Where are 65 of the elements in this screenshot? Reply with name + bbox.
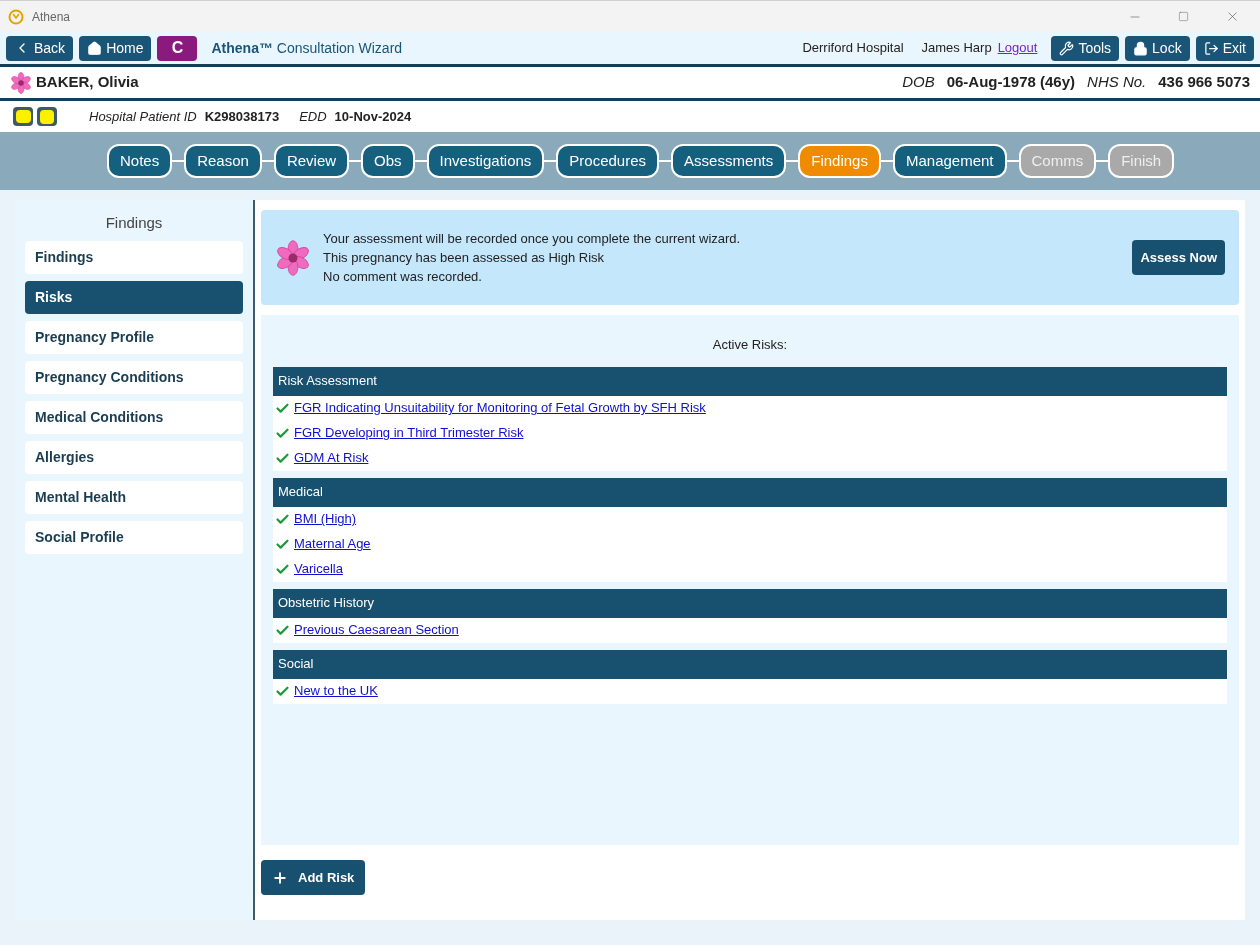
tools-button[interactable]: Tools xyxy=(1051,35,1120,61)
dob-label: DOB xyxy=(902,72,935,93)
sidebar-item[interactable]: Mental Health xyxy=(25,480,243,514)
sidebar-item[interactable]: Pregnancy Profile xyxy=(25,320,243,354)
notice-text: This pregnancy has been assessed as High Risk xyxy=(323,249,606,267)
risk-group-heading: Medical xyxy=(273,477,1227,507)
lock-icon xyxy=(1133,40,1149,56)
home-icon xyxy=(87,40,103,56)
sidebar-item[interactable]: Pregnancy Conditions xyxy=(25,360,243,394)
patient-id-label: Hospital Patient ID xyxy=(89,107,197,126)
notice-text: No comment was recorded. xyxy=(323,268,483,286)
wizard-step-tab[interactable]: Reason xyxy=(184,144,262,178)
maximize-icon[interactable] xyxy=(1178,11,1189,22)
window-title: Athena xyxy=(32,8,71,26)
risk-link[interactable]: BMI (High) xyxy=(294,509,357,529)
patient-id-value: K298038173 xyxy=(204,107,280,126)
risk-link[interactable]: GDM At Risk xyxy=(294,448,369,468)
sidebar-item[interactable]: Risks xyxy=(25,280,243,314)
app-title: Athena™ Consultation Wizard xyxy=(211,38,403,58)
plus-icon xyxy=(272,869,288,886)
risk-link[interactable]: FGR Developing in Third Trimester Risk xyxy=(294,423,524,443)
wizard-step-tab[interactable]: Obs xyxy=(361,144,415,178)
wizard-step-tab[interactable]: Review xyxy=(273,144,350,178)
risk-link[interactable]: Previous Caesarean Section xyxy=(294,620,459,640)
assess-now-button[interactable]: Assess Now xyxy=(1132,240,1225,275)
risk-group-heading: Obstetric History xyxy=(273,588,1227,618)
lock-button[interactable]: Lock xyxy=(1125,35,1190,61)
exit-button[interactable]: Exit xyxy=(1195,35,1254,61)
add-risk-button[interactable]: Add Risk xyxy=(261,860,366,895)
risk-link[interactable]: Varicella xyxy=(294,559,343,579)
wizard-step-tab[interactable]: Procedures xyxy=(556,144,660,178)
active-risks-title: Active Risks: xyxy=(711,336,789,354)
wrench-icon xyxy=(1059,40,1075,56)
exit-icon xyxy=(1203,40,1219,56)
wizard-step-tab[interactable]: Assessments xyxy=(671,144,787,178)
risk-link[interactable]: FGR Indicating Unsuitability for Monitoring of Fetal Growth by SFH Risk xyxy=(294,398,706,418)
hospital-name: Derriford Hospital xyxy=(802,39,904,58)
home-button[interactable]: Home xyxy=(79,35,152,61)
patient-name: BAKER, Olivia xyxy=(36,72,139,93)
logout-link[interactable]: Logout xyxy=(997,38,1038,58)
sidebar-item[interactable]: Findings xyxy=(25,240,243,274)
consultation-badge[interactable]: C xyxy=(157,35,198,61)
flower-icon xyxy=(10,71,32,94)
risk-group-heading: Risk Assessment xyxy=(273,366,1227,396)
user-name: James Harp xyxy=(921,39,992,58)
wizard-step-tab[interactable]: Management xyxy=(892,144,1007,178)
notice-text: Your assessment will be recorded once you complete the current wizard. xyxy=(323,230,741,248)
sidebar-item[interactable]: Allergies xyxy=(25,440,243,474)
nhs-value: 436 966 5073 xyxy=(1158,72,1250,93)
wizard-step-tab[interactable]: Investigations xyxy=(426,144,545,178)
flower-icon xyxy=(275,239,311,276)
risk-link[interactable]: Maternal Age xyxy=(294,534,371,554)
sidebar-item[interactable]: Medical Conditions xyxy=(25,400,243,434)
dob-value: 06-Aug-1978 (46y) xyxy=(946,72,1076,93)
back-button[interactable]: Back xyxy=(6,35,74,61)
nhs-label: NHS No. xyxy=(1087,72,1147,93)
risk-group-heading: Social xyxy=(273,649,1227,679)
edd-value: 10-Nov-2024 xyxy=(334,107,412,126)
edd-label: EDD xyxy=(299,107,327,126)
sidebar-title: Findings xyxy=(104,213,164,233)
close-icon[interactable] xyxy=(1225,9,1240,24)
app-logo-icon xyxy=(8,8,24,25)
sidebar-item[interactable]: Social Profile xyxy=(25,520,243,554)
wizard-step-tab[interactable]: Notes xyxy=(107,144,173,178)
risk-link[interactable]: New to the UK xyxy=(294,681,378,701)
